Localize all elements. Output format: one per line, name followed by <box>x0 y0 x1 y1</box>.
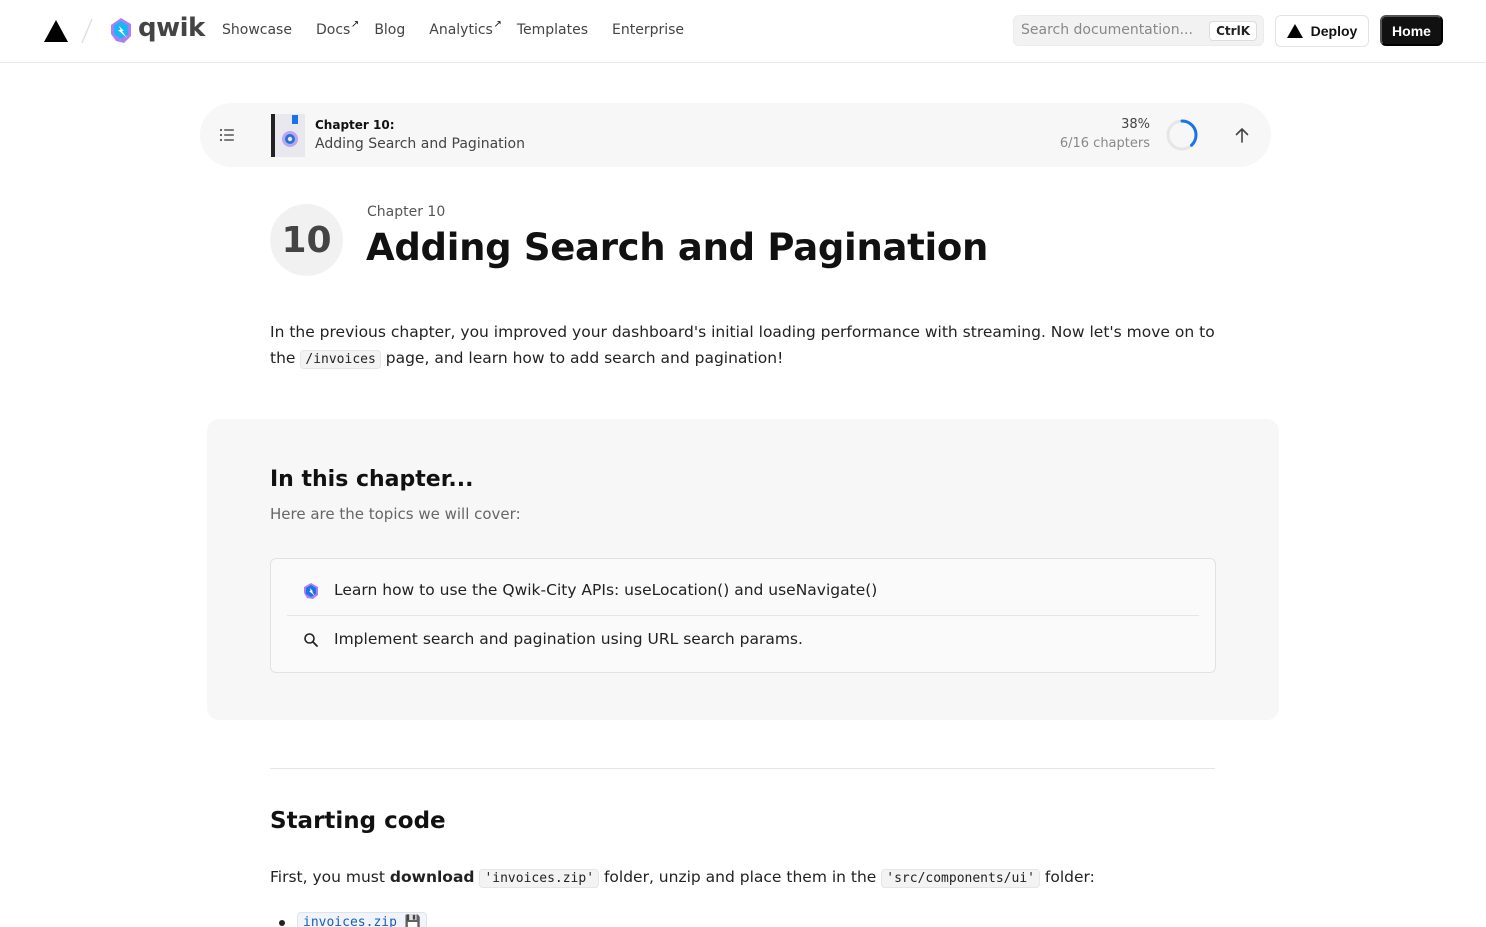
main-nav: Showcase Docs ↗ Blog Analytics ↗ Templates… <box>222 19 708 40</box>
topic-text: Learn how to use the Qwik-City APIs: use… <box>334 581 878 599</box>
home-button[interactable]: Home <box>1380 15 1443 46</box>
topics-list: Learn how to use the Qwik-City APIs: use… <box>270 558 1216 673</box>
search-shortcut-badge: CtrlK <box>1209 21 1257 41</box>
qwik-logo-icon <box>304 583 318 599</box>
search-icon <box>304 633 318 647</box>
chapter-bar-label: Chapter 10: <box>315 118 395 132</box>
qwik-logo[interactable]: qwik <box>108 15 205 47</box>
in-this-chapter-title: In this chapter... <box>270 467 474 492</box>
in-this-chapter-subtitle: Here are the topics we will cover: <box>270 505 521 523</box>
inline-code: 'invoices.zip' <box>479 869 600 888</box>
scroll-to-top-icon[interactable] <box>1233 126 1251 144</box>
list-item: Learn how to use the Qwik-City APIs: use… <box>271 567 1215 615</box>
section-divider <box>270 768 1215 769</box>
chapter-progress-bar: Chapter 10: Adding Search and Pagination… <box>200 103 1271 167</box>
progress-percent: 38% <box>1121 117 1150 132</box>
section-heading-starting-code: Starting code <box>270 808 446 834</box>
inline-code: /invoices <box>300 350 381 369</box>
brand-name: qwik <box>138 13 205 43</box>
in-this-chapter-card: In this chapter... Here are the topics w… <box>207 419 1279 720</box>
inline-code: 'src/components/ui' <box>881 869 1040 888</box>
search-placeholder: Search documentation... <box>1021 22 1193 38</box>
page-title: Adding Search and Pagination <box>366 226 989 269</box>
search-input[interactable]: Search documentation... CtrlK <box>1013 15 1264 46</box>
table-of-contents-icon[interactable] <box>219 127 235 143</box>
deploy-button[interactable]: Deploy <box>1275 15 1369 47</box>
nav-link-enterprise[interactable]: Enterprise <box>612 20 684 40</box>
download-list: invoices.zip 💾 <box>270 912 427 927</box>
download-invoices-link[interactable]: invoices.zip 💾 <box>297 912 427 927</box>
bullet-dot <box>279 919 285 926</box>
separator-slash-icon <box>81 18 93 44</box>
topic-text: Implement search and pagination using UR… <box>334 630 803 648</box>
starting-code-paragraph: First, you must download 'invoices.zip' … <box>270 868 1095 888</box>
external-link-icon: ↗ <box>350 19 360 30</box>
list-item: invoices.zip 💾 <box>270 912 427 927</box>
progress-ring <box>1166 119 1198 151</box>
qwik-logo-icon <box>111 18 131 43</box>
top-navigation: qwik Showcase Docs ↗ Blog Analytics ↗ Temp… <box>0 0 1486 63</box>
intro-paragraph: In the previous chapter, you improved yo… <box>270 323 1215 369</box>
course-book-icon <box>271 114 305 157</box>
nav-link-blog[interactable]: Blog <box>374 20 405 40</box>
nav-link-docs[interactable]: Docs ↗ <box>316 19 359 40</box>
vercel-triangle-icon <box>1286 24 1303 38</box>
nav-link-templates[interactable]: Templates <box>517 20 588 40</box>
progress-chapter-count: 6/16 chapters <box>1059 136 1150 151</box>
chapter-kicker: Chapter 10 <box>367 204 446 220</box>
nav-link-analytics[interactable]: Analytics ↗ <box>429 19 502 40</box>
list-item: Implement search and pagination using UR… <box>271 616 1215 664</box>
chapter-bar-title: Adding Search and Pagination <box>315 136 525 152</box>
external-link-icon: ↗ <box>493 19 502 30</box>
nav-link-showcase[interactable]: Showcase <box>222 20 292 40</box>
chapter-number-badge: 10 <box>270 204 343 276</box>
vercel-logo-icon[interactable] <box>43 19 69 43</box>
